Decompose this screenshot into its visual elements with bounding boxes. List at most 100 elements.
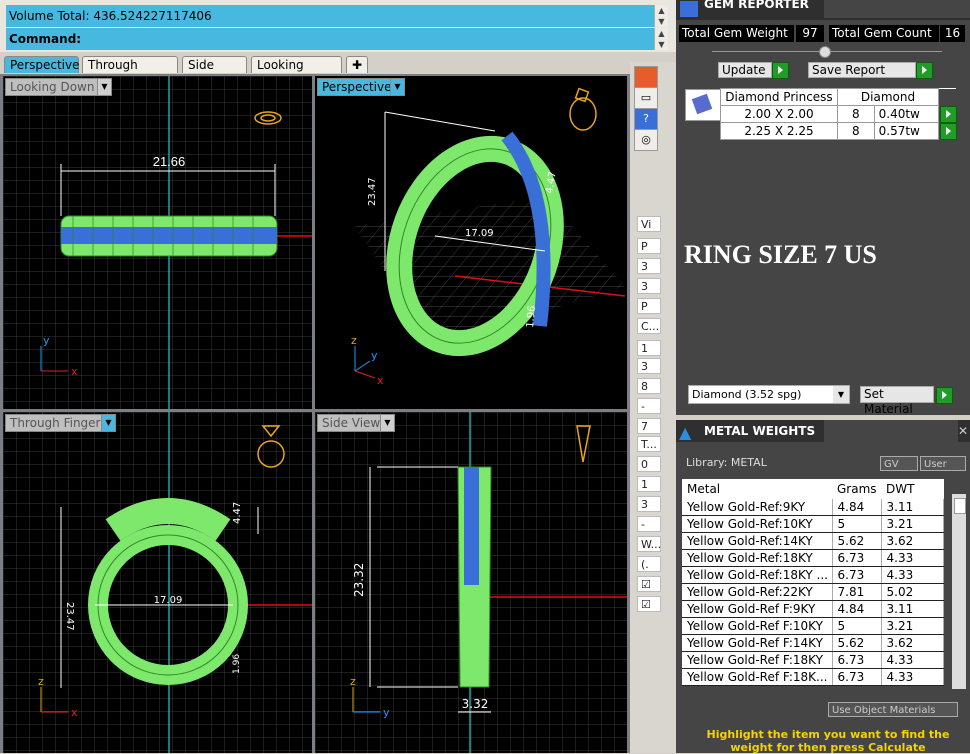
table-row[interactable]: Yellow Gold-Ref:10KY 5 3.21 <box>682 515 944 533</box>
viewport-through-finger[interactable]: 17.09 23.47 4.47 1.96 zx Through Finger … <box>3 412 312 753</box>
metal-cell-grams: 6.73 <box>832 566 882 584</box>
side-strip-cell: - <box>637 516 661 532</box>
metal-cell-dwt: 3.11 <box>881 600 944 618</box>
table-row[interactable]: Yellow Gold-Ref:14KY 5.62 3.62 <box>682 532 944 550</box>
svg-text:x: x <box>71 706 78 719</box>
perspective-dim-bottom: 1.96 <box>525 305 538 328</box>
side-view-dim-width: 3.32 <box>462 697 489 711</box>
gem-reporter-icon <box>680 1 698 17</box>
gem-row-go-icon[interactable] <box>940 122 957 140</box>
command-prompt[interactable]: Command: <box>6 28 654 50</box>
metal-cell-grams: 4.84 <box>832 499 882 516</box>
save-report-go-icon[interactable] <box>916 62 933 79</box>
display-icon[interactable]: ▭ <box>634 87 658 109</box>
svg-text:y: y <box>383 706 390 719</box>
tab-perspective[interactable]: Perspective <box>4 56 80 73</box>
save-report-button[interactable]: Save Report <box>808 62 916 78</box>
viewport-area: 21.66 yx Looking Down ▼ 23.47 4.47 17.09… <box>0 74 630 753</box>
metal-cell-grams: 4.84 <box>832 600 882 618</box>
layers-icon[interactable] <box>634 66 658 88</box>
chevron-down-icon[interactable]: ▼ <box>833 386 849 403</box>
metal-cell-metal: Yellow Gold-Ref:22KY <box>682 583 833 601</box>
metal-cell-metal: Yellow Gold-Ref F:10KY <box>682 617 833 635</box>
table-row[interactable]: Yellow Gold-Ref:22KY 7.81 5.02 <box>682 583 944 601</box>
side-strip-cell: 1 <box>637 340 661 356</box>
set-material-button[interactable]: Set Material <box>860 386 934 416</box>
table-row[interactable]: Yellow Gold-Ref F:10KY 5 3.21 <box>682 617 944 635</box>
metal-weights-title: METAL WEIGHTS <box>704 424 816 438</box>
side-strip-cell: - <box>637 398 661 414</box>
add-tab-button[interactable]: ✚ <box>346 56 368 73</box>
update-go-icon[interactable] <box>772 62 789 79</box>
material-select[interactable]: Diamond (3.52 spg) <box>688 385 850 404</box>
command-history-scrollbar[interactable]: ▲ ▼ <box>654 5 668 27</box>
side-strip-cell: P <box>637 298 661 314</box>
viewport-perspective[interactable]: 23.47 4.47 17.09 1.96 zyx Perspective ▼ <box>315 76 627 409</box>
tab-side-view[interactable]: Side View <box>182 56 247 89</box>
metal-column-header[interactable]: Metal <box>682 479 832 499</box>
viewport-label-perspective[interactable]: Perspective <box>317 78 397 96</box>
table-row[interactable]: 2.00 X 2.00 8 0.40tw <box>720 105 957 123</box>
metal-cell-dwt: 3.21 <box>881 515 944 533</box>
grams-column-header[interactable]: Grams <box>832 479 881 499</box>
table-row[interactable]: Yellow Gold-Ref F:18KY 6.73 4.33 <box>682 651 944 669</box>
gv-toggle[interactable]: GV <box>880 456 918 471</box>
side-strip-cell: 1 <box>637 476 661 492</box>
side-strip-cell: 3 <box>637 496 661 512</box>
chevron-down-icon[interactable]: ▼ <box>101 414 116 432</box>
svg-text:z: z <box>351 334 357 347</box>
through-finger-dim-inner: 17.09 <box>154 595 183 606</box>
table-row[interactable]: Yellow Gold-Ref:9KY 4.84 3.11 <box>682 499 944 516</box>
side-strip-cell: Vi <box>637 216 661 232</box>
library-label: Library: METAL <box>686 456 767 469</box>
table-row[interactable]: 2.25 X 2.25 8 0.57tw <box>720 122 957 140</box>
close-icon[interactable]: ✕ <box>958 420 968 442</box>
use-object-materials-toggle[interactable]: Use Object Materials <box>828 702 958 717</box>
set-material-go-icon[interactable] <box>936 387 953 404</box>
viewport-label-looking-down[interactable]: Looking Down <box>5 78 100 96</box>
metal-cell-dwt: 4.33 <box>881 668 944 686</box>
side-strip-cell: 3 <box>637 258 661 274</box>
user-toggle[interactable]: User <box>920 456 966 471</box>
metal-cell-dwt: 4.33 <box>881 651 944 669</box>
metal-cell-dwt: 5.02 <box>881 583 944 601</box>
perspective-dim-height: 23.47 <box>367 177 378 206</box>
help-icon[interactable]: ? <box>634 108 658 130</box>
metal-table-scrollbar[interactable] <box>952 494 966 689</box>
table-row[interactable]: Yellow Gold-Ref F:9KY 4.84 3.11 <box>682 600 944 618</box>
table-row[interactable]: Yellow Gold-Ref:18KY 6.73 4.33 <box>682 549 944 567</box>
tab-through-finger[interactable]: Through Finger <box>82 56 178 89</box>
command-scrollbar[interactable]: ▲ ▼ <box>654 28 668 50</box>
gem-row-go-icon[interactable] <box>940 105 957 123</box>
side-strip-cell: ☑ <box>637 596 661 612</box>
table-row[interactable]: Yellow Gold-Ref:18KY ... 6.73 4.33 <box>682 566 944 584</box>
viewport-side-view[interactable]: 23.32 3.32 z y Side View ▼ <box>315 412 627 753</box>
gem-table: Diamond Princess Diamond 2.00 X 2.00 8 0… <box>720 88 957 140</box>
perspective-dim-inner: 17.09 <box>465 228 494 239</box>
viewport-label-side-view[interactable]: Side View <box>317 414 386 432</box>
gem-row-count: 8 <box>837 105 875 123</box>
metal-cell-dwt: 3.62 <box>881 532 944 550</box>
update-button[interactable]: Update <box>718 62 772 78</box>
total-gem-weight-label: Total Gem Weight <box>679 25 794 42</box>
svg-text:z: z <box>38 675 44 688</box>
metal-cell-grams: 5 <box>832 617 882 635</box>
metal-cell-metal: Yellow Gold-Ref F:18K... <box>682 668 833 686</box>
table-row[interactable]: Yellow Gold-Ref F:18K... 6.73 4.33 <box>682 668 944 686</box>
metal-cell-dwt: 3.62 <box>881 634 944 652</box>
chevron-down-icon[interactable]: ▼ <box>97 78 112 96</box>
viewport-looking-down[interactable]: 21.66 y x Looking Down ▼ <box>3 76 312 409</box>
chevron-down-icon[interactable]: ▼ <box>380 414 395 432</box>
metal-cell-grams: 5.62 <box>832 634 882 652</box>
chevron-down-icon[interactable]: ▼ <box>390 78 405 96</box>
viewport-label-through-finger[interactable]: Through Finger <box>5 414 106 432</box>
ring-size-overlay: RING SIZE 7 US <box>684 240 877 269</box>
metal-cell-grams: 6.73 <box>832 668 882 686</box>
material-icon[interactable]: ◎ <box>634 129 658 151</box>
size-slider-thumb[interactable] <box>819 46 831 58</box>
side-strip-cell: ☑ <box>637 576 661 592</box>
dwt-column-header[interactable]: DWT <box>881 479 944 499</box>
command-area: Volume Total: 436.524227117406 Command: … <box>0 0 676 52</box>
table-row[interactable]: Yellow Gold-Ref F:14KY 5.62 3.62 <box>682 634 944 652</box>
tab-looking-down[interactable]: Looking Down <box>251 56 342 89</box>
